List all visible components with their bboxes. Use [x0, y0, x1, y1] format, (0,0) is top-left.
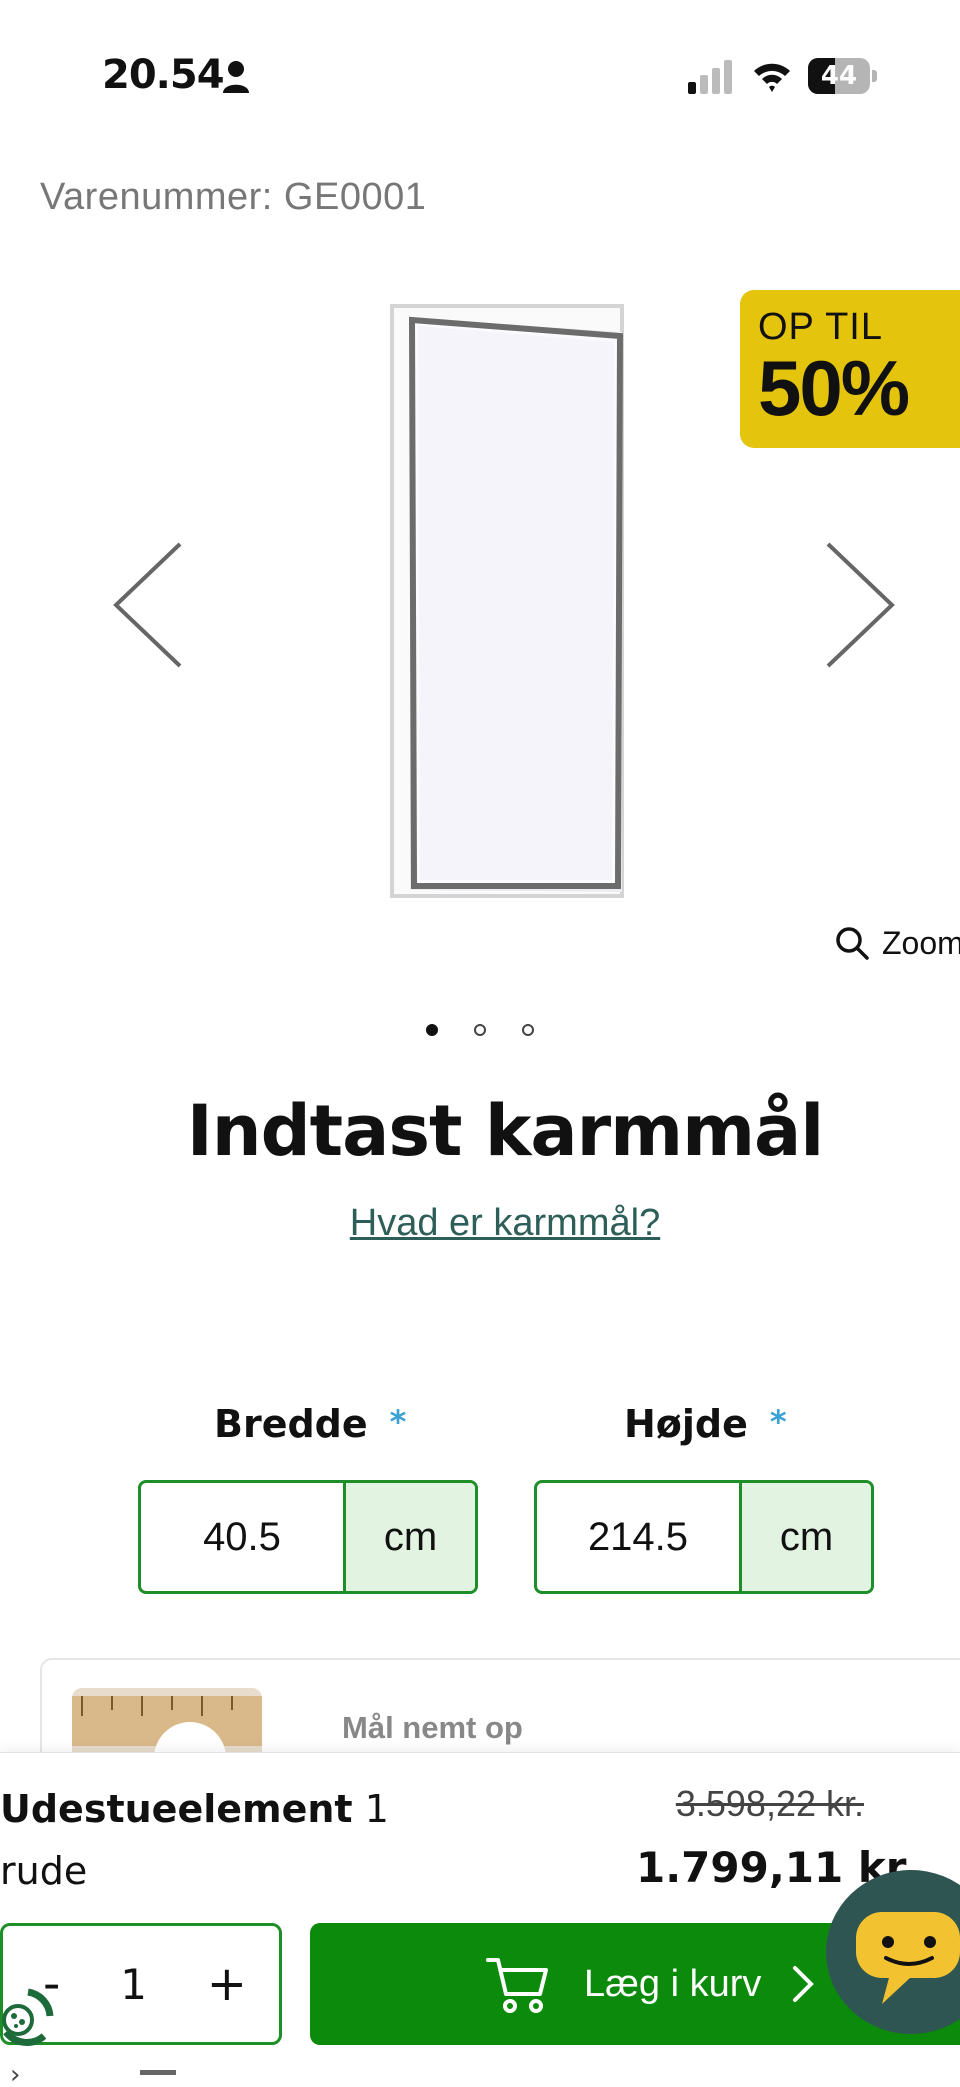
- required-mark: *: [769, 1403, 787, 1441]
- old-price: 3.598,22 kr.: [675, 1783, 864, 1824]
- sku-label: Varenummer: GE0001: [40, 176, 427, 218]
- width-label-text: Bredde: [214, 1402, 368, 1446]
- width-field[interactable]: 40.5 cm: [138, 1480, 478, 1594]
- status-time: 20.54: [102, 52, 225, 98]
- product-image[interactable]: [388, 302, 628, 902]
- gallery-pagination: [0, 1024, 960, 1036]
- chevron-right-icon: [793, 1966, 815, 2002]
- quantity-plus-button[interactable]: +: [207, 1956, 247, 2012]
- pagination-dot[interactable]: [522, 1024, 534, 1036]
- product-name: Udestueelement 1: [0, 1787, 389, 1831]
- person-icon: [223, 61, 249, 93]
- zoom-label: Zoom: [882, 924, 960, 961]
- discount-badge: OP TIL 50%: [740, 290, 960, 448]
- height-unit: cm: [739, 1483, 871, 1591]
- gallery-prev-arrow-icon[interactable]: [110, 540, 190, 670]
- pagination-dot[interactable]: [426, 1024, 438, 1036]
- badge-percent: 50%: [758, 344, 910, 432]
- height-input[interactable]: 214.5: [537, 1483, 739, 1591]
- width-label: Bredde *: [214, 1402, 406, 1446]
- measure-guide-title: Mål nemt op: [342, 1710, 523, 1745]
- zoom-button[interactable]: Zoom: [834, 922, 960, 964]
- height-label-text: Højde: [624, 1402, 748, 1446]
- chevron-right-icon[interactable]: ›: [10, 2060, 20, 2087]
- height-label: Højde *: [624, 1402, 787, 1446]
- add-to-cart-label: Læg i kurv: [584, 1962, 762, 2005]
- battery-level: 44: [820, 61, 858, 91]
- quantity-value[interactable]: 1: [120, 1960, 147, 2009]
- cart-icon: [486, 1958, 548, 2013]
- help-link[interactable]: Hvad er karmmål?: [0, 1202, 960, 1245]
- width-input[interactable]: 40.5: [141, 1483, 343, 1591]
- divider: [140, 2070, 176, 2075]
- product-name-main: Udestueelement: [0, 1787, 353, 1831]
- sticky-cart-bar: Udestueelement 1 rude 3.598,22 kr. 1.799…: [0, 1752, 960, 2087]
- battery-icon: 44: [808, 58, 877, 94]
- signal-icon: [688, 60, 732, 94]
- height-field[interactable]: 214.5 cm: [534, 1480, 874, 1594]
- pagination-dot[interactable]: [474, 1024, 486, 1036]
- product-subtitle: rude: [0, 1849, 88, 1893]
- badge-prefix: OP TIL: [758, 306, 883, 348]
- product-name-suffix: 1: [352, 1787, 389, 1831]
- required-mark: *: [389, 1403, 407, 1441]
- configurator-heading: Indtast karmmål: [186, 1090, 825, 1172]
- product-gallery[interactable]: OP TIL 50% Zoom: [0, 280, 960, 980]
- magnifier-icon: [836, 927, 869, 960]
- gallery-next-arrow-icon[interactable]: [818, 540, 898, 670]
- wifi-icon: [754, 63, 790, 92]
- recycle-icon[interactable]: [0, 1986, 54, 2050]
- width-unit: cm: [343, 1483, 475, 1591]
- status-bar: 20.54 44: [0, 0, 960, 150]
